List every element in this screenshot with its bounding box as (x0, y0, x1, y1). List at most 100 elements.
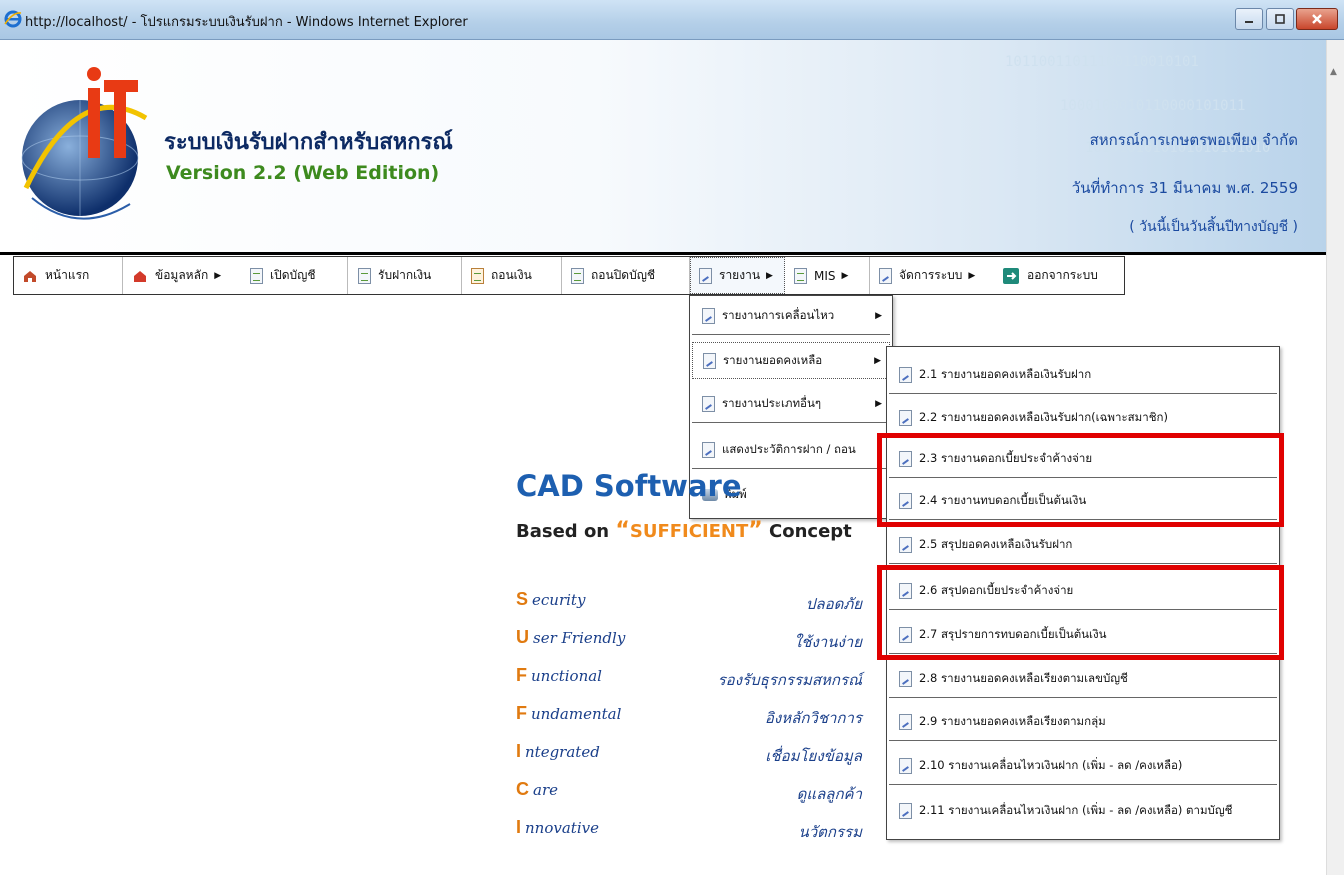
binary-decoration: 1000100010110000101011 (1060, 98, 1246, 114)
menu-withdraw[interactable]: ถอนเงิน (471, 257, 532, 294)
report-menu-movement[interactable]: รายงานการเคลื่อนไหว ▶ (692, 298, 890, 335)
concept-word: Integrated (516, 741, 600, 761)
menu-withdraw-label: ถอนเงิน (491, 268, 532, 282)
concept-word: Innovative (516, 817, 599, 837)
submenu-arrow-icon: ▶ (875, 311, 882, 321)
document-icon (358, 267, 371, 284)
report-menu-movement-label: รายงานการเคลื่อนไหว (722, 308, 835, 322)
concept-thai: ปลอดภัย (805, 595, 862, 613)
report-menu-other-label: รายงานประเภทอื่นๆ (722, 396, 821, 410)
concept-word: Fundamental (516, 703, 622, 723)
report-menu-history-label: แสดงประวัติการฝาก / ถอน (722, 442, 856, 456)
concept-thai: ใช้งานง่าย (793, 633, 862, 651)
balance-report-2-10[interactable]: 2.10 รายงานเคลื่อนไหวเงินฝาก (เพิ่ม - ลด… (889, 748, 1277, 785)
menu-report-label: รายงาน (719, 268, 761, 282)
submenu-label: 2.8 รายงานยอดคงเหลือเรียงตามเลขบัญชี (919, 671, 1128, 685)
menu-exit[interactable]: ออกจากระบบ (1002, 257, 1098, 294)
submenu-label: 2.11 รายงานเคลื่อนไหวเงินฝาก (เพิ่ม - ลด… (919, 802, 1233, 817)
window-titlebar: http://localhost/ - โปรแกรมระบบเงินรับฝา… (0, 0, 1344, 40)
document-icon (471, 267, 484, 284)
main-menubar: หน้าแรก ข้อมูลหลัก ▶ เปิดบัญชี รับฝากเงิน… (13, 256, 1125, 295)
report-icon (702, 308, 715, 324)
highlight-box (877, 433, 1284, 527)
report-menu-other[interactable]: รายงานประเภทอื่นๆ ▶ (692, 386, 890, 423)
balance-report-2-5[interactable]: 2.5 สรุปยอดคงเหลือเงินรับฝาก (889, 527, 1277, 564)
menu-close-account[interactable]: ถอนปิดบัญชี (571, 257, 655, 294)
app-title: ระบบเงินรับฝากสำหรับสหกรณ์ (164, 130, 453, 155)
balance-report-2-9[interactable]: 2.9 รายงานยอดคงเหลือเรียงตามกลุ่ม (889, 704, 1277, 741)
menu-system[interactable]: จัดการระบบ ▶ (879, 257, 975, 294)
menu-report[interactable]: รายงาน ▶ (690, 257, 785, 294)
cooperative-name: สหกรณ์การเกษตรพอเพียง จำกัด (1089, 131, 1298, 149)
window-title: http://localhost/ - โปรแกรมระบบเงินรับฝา… (25, 15, 468, 30)
concept-word: User Friendly (516, 627, 626, 647)
balance-report-2-2[interactable]: 2.2 รายงานยอดคงเหลือเงินรับฝาก(เฉพาะสมาช… (889, 400, 1277, 437)
menu-deposit[interactable]: รับฝากเงิน (358, 257, 431, 294)
report-menu-balance-label: รายงานยอดคงเหลือ (723, 352, 823, 367)
minimize-button[interactable] (1235, 8, 1263, 30)
concept-thai: รองรับธุรกรรมสหกรณ์ (717, 671, 862, 689)
it-fas-logo-icon (21, 67, 148, 220)
maximize-button[interactable] (1266, 8, 1294, 30)
home-red-icon (134, 270, 146, 282)
concept-thai: นวัตกรรม (798, 823, 862, 841)
menu-open-account[interactable]: เปิดบัญชี (250, 257, 316, 294)
report-icon (899, 802, 912, 819)
scroll-up-arrow-icon[interactable]: ▲ (1330, 67, 1337, 77)
report-menu-balance[interactable]: รายงานยอดคงเหลือ ▶ (692, 342, 890, 379)
close-icon (1312, 14, 1322, 24)
concept-word: Functional (516, 665, 602, 685)
balance-report-2-11[interactable]: 2.11 รายงานเคลื่อนไหวเงินฝาก (เพิ่ม - ลด… (889, 792, 1277, 829)
concept-subtitle: Based on “SUFFICIENT” Concept (516, 518, 852, 543)
menu-mis[interactable]: MIS ▶ (794, 257, 848, 294)
menu-exit-label: ออกจากระบบ (1027, 268, 1098, 282)
balance-report-2-8[interactable]: 2.8 รายงานยอดคงเหลือเรียงตามเลขบัญชี (889, 661, 1277, 698)
home-icon (24, 270, 36, 282)
submenu-arrow-icon: ▶ (874, 355, 881, 366)
balance-report-2-1[interactable]: 2.1 รายงานยอดคงเหลือเงินรับฝาก (889, 357, 1277, 394)
submenu-arrow-icon: ▶ (841, 270, 849, 281)
settings-document-icon (879, 267, 892, 284)
submenu-label: 2.9 รายงานยอดคงเหลือเรียงตามกลุ่ม (919, 714, 1106, 728)
menu-mis-label: MIS (814, 268, 836, 283)
cad-software-title: CAD Software (516, 469, 742, 503)
report-icon (899, 758, 912, 774)
year-end-note: ( วันนี้เป็นวันสิ้นปีทางบัญชี ) (1129, 219, 1298, 235)
menu-home-label: หน้าแรก (45, 268, 90, 282)
menu-master-label: ข้อมูลหลัก (155, 268, 209, 282)
menu-home[interactable]: หน้าแรก (22, 257, 89, 294)
internet-explorer-icon (4, 10, 22, 28)
highlight-box (877, 565, 1284, 660)
menu-system-label: จัดการระบบ (899, 268, 963, 282)
app-version: Version 2.2 (Web Edition) (166, 162, 440, 184)
report-icon (899, 714, 912, 730)
report-icon (899, 671, 912, 687)
report-icon (702, 396, 715, 412)
submenu-arrow-icon: ▶ (766, 270, 773, 281)
report-icon (702, 442, 715, 458)
header-divider (0, 252, 1326, 255)
app-header: 10110011011100110010101 1000100010110000… (0, 40, 1326, 252)
concept-thai: ดูแลลูกค้า (796, 785, 862, 803)
menu-deposit-label: รับฝากเงิน (378, 268, 432, 282)
menu-master-data[interactable]: ข้อมูลหลัก ▶ (132, 257, 221, 294)
submenu-arrow-icon: ▶ (214, 270, 222, 281)
submenu-arrow-icon: ▶ (968, 270, 976, 281)
document-icon (794, 267, 807, 284)
report-icon (899, 537, 912, 553)
report-icon (899, 410, 912, 426)
document-icon (250, 267, 263, 284)
close-button[interactable] (1296, 8, 1338, 30)
concept-word: Security (516, 589, 586, 609)
vertical-scrollbar[interactable]: ▲ (1326, 40, 1344, 875)
binary-decoration: 10110011011100110010101 (1005, 54, 1199, 70)
report-menu-history[interactable]: แสดงประวัติการฝาก / ถอน (692, 432, 890, 469)
report-icon (703, 352, 716, 369)
document-icon (571, 267, 584, 284)
maximize-icon (1275, 14, 1285, 24)
submenu-label: 2.1 รายงานยอดคงเหลือเงินรับฝาก (919, 367, 1092, 381)
report-icon (899, 367, 912, 383)
minimize-icon (1245, 21, 1253, 23)
menu-close-account-label: ถอนปิดบัญชี (591, 268, 656, 282)
concept-word: Care (516, 779, 558, 799)
